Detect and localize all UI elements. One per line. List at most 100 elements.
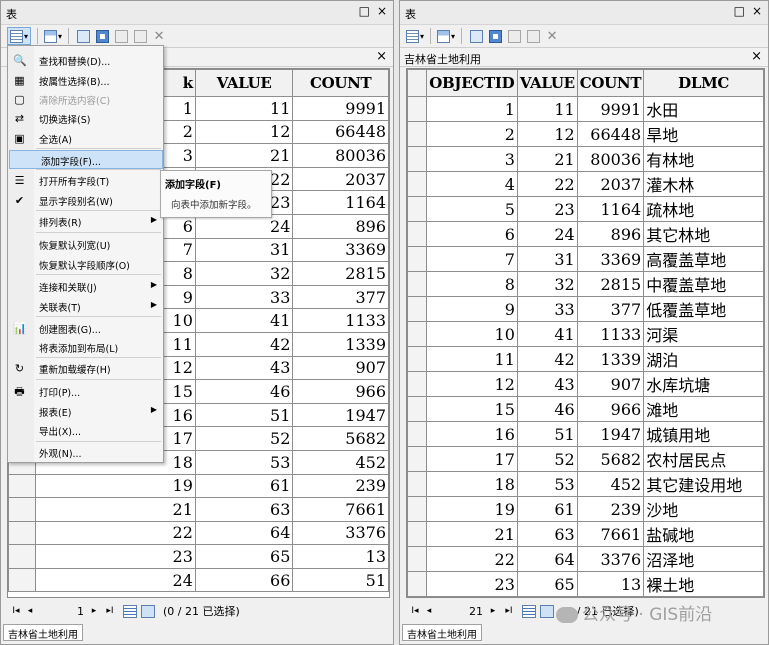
menu-item-print[interactable]: 🖶 打印(P)... bbox=[8, 382, 163, 401]
table-row[interactable]: 21 63 7661 bbox=[8, 497, 389, 522]
clear-selection-button[interactable] bbox=[113, 27, 129, 45]
right-row-selector-header[interactable] bbox=[407, 69, 427, 97]
table-options-button[interactable]: ▾ bbox=[7, 27, 32, 45]
table-row[interactable]: 9 33 377 低覆盖草地 bbox=[407, 296, 764, 322]
row-selector[interactable] bbox=[407, 521, 427, 547]
last-record-button[interactable]: ▸I bbox=[101, 606, 119, 616]
show-all-records-icon[interactable] bbox=[522, 604, 536, 618]
row-selector[interactable] bbox=[8, 520, 36, 546]
switch-selection-button[interactable] bbox=[94, 27, 110, 45]
show-selected-records-icon[interactable] bbox=[141, 604, 155, 618]
right-value-header[interactable]: VALUE bbox=[516, 69, 578, 97]
next-record-button[interactable]: ▸ bbox=[486, 606, 500, 616]
left-tab-close-icon[interactable]: × bbox=[376, 49, 387, 64]
show-selected-records-icon[interactable] bbox=[540, 604, 554, 618]
zoom-selected-button[interactable] bbox=[525, 27, 541, 45]
table-row[interactable]: 15 46 966 滩地 bbox=[407, 396, 764, 422]
menu-item-switch-selection[interactable]: ⇄ 切换选择(S) bbox=[8, 109, 163, 128]
menu-item-select-by-attributes[interactable]: ▦ 按属性选择(B)... bbox=[8, 71, 163, 90]
table-row[interactable]: 23 65 13 bbox=[8, 544, 389, 569]
row-selector[interactable] bbox=[407, 121, 427, 147]
clear-selection-button[interactable] bbox=[506, 27, 522, 45]
row-selector[interactable] bbox=[407, 421, 427, 447]
row-selector[interactable] bbox=[407, 371, 427, 397]
table-row[interactable]: 4 22 2037 灌木林 bbox=[407, 171, 764, 197]
delete-selected-icon[interactable]: ✕ bbox=[544, 27, 560, 45]
left-value-header[interactable]: VALUE bbox=[194, 69, 294, 97]
select-by-attributes-button[interactable] bbox=[468, 27, 484, 45]
row-selector[interactable] bbox=[407, 446, 427, 472]
row-selector[interactable] bbox=[407, 96, 427, 122]
row-selector[interactable] bbox=[407, 321, 427, 347]
table-options-button[interactable]: ▾ bbox=[406, 27, 424, 45]
first-record-button[interactable]: I◂ bbox=[408, 606, 422, 616]
table-row[interactable]: 1 11 9991 水田 bbox=[407, 96, 764, 122]
row-selector[interactable] bbox=[407, 221, 427, 247]
table-row[interactable]: 6 24 896 其它林地 bbox=[407, 221, 764, 247]
row-selector[interactable] bbox=[407, 471, 427, 497]
table-row[interactable]: 3 21 80036 有林地 bbox=[407, 146, 764, 172]
menu-item-select-all[interactable]: ▣ 全选(A) bbox=[8, 129, 163, 148]
table-row[interactable]: 22 64 3376 沼泽地 bbox=[407, 546, 764, 572]
current-record-field[interactable]: 21 bbox=[436, 605, 486, 618]
right-table-tab[interactable]: 吉林省土地利用 × bbox=[400, 47, 768, 67]
switch-selection-button[interactable] bbox=[487, 27, 503, 45]
left-restore-button[interactable]: □ bbox=[359, 4, 370, 18]
row-selector[interactable] bbox=[8, 544, 36, 569]
delete-selected-icon[interactable]: ✕ bbox=[151, 27, 167, 45]
left-bottom-tab[interactable]: 吉林省土地利用 bbox=[3, 624, 83, 641]
menu-item-appearance[interactable]: 外观(N)... bbox=[8, 443, 163, 462]
menu-item-create-graph[interactable]: 📊 创建图表(G)... bbox=[8, 319, 163, 338]
row-selector[interactable] bbox=[407, 271, 427, 297]
menu-item-export[interactable]: 导出(X)... bbox=[8, 421, 163, 440]
right-tab-close-icon[interactable]: × bbox=[751, 49, 762, 64]
zoom-selected-button[interactable] bbox=[132, 27, 148, 45]
related-tables-button[interactable]: ▾ bbox=[437, 27, 455, 45]
row-selector[interactable] bbox=[407, 171, 427, 197]
left-close-button[interactable]: × bbox=[377, 4, 387, 18]
right-count-header[interactable]: COUNT bbox=[576, 69, 645, 97]
row-selector[interactable] bbox=[8, 473, 36, 499]
table-row[interactable]: 5 23 1164 疏林地 bbox=[407, 196, 764, 222]
table-row[interactable]: 7 31 3369 高覆盖草地 bbox=[407, 246, 764, 272]
table-row[interactable]: 10 41 1133 河渠 bbox=[407, 321, 764, 347]
table-row[interactable]: 22 64 3376 bbox=[8, 520, 389, 546]
table-row[interactable]: 18 53 452 其它建设用地 bbox=[407, 471, 764, 497]
right-restore-button[interactable]: □ bbox=[734, 4, 745, 18]
menu-item-add-table-to-layout[interactable]: 将表添加到布局(L) bbox=[8, 338, 163, 357]
menu-item-reports[interactable]: 报表(E) ▶ bbox=[8, 402, 163, 421]
table-row[interactable]: ▸246651裸岩石质地 bbox=[407, 596, 764, 597]
menu-item-arrange-tables[interactable]: 排列表(R) ▶ bbox=[8, 212, 163, 231]
row-selector[interactable] bbox=[8, 497, 36, 522]
menu-item-add-field[interactable]: 添加字段(F)... bbox=[9, 150, 163, 169]
row-selector[interactable] bbox=[407, 246, 427, 272]
last-record-button[interactable]: ▸I bbox=[500, 606, 518, 616]
row-selector[interactable] bbox=[407, 346, 427, 372]
row-selector[interactable] bbox=[407, 146, 427, 172]
left-count-header[interactable]: COUNT bbox=[292, 69, 389, 97]
show-all-records-icon[interactable] bbox=[123, 604, 137, 618]
prev-record-button[interactable]: ◂ bbox=[422, 606, 436, 616]
menu-item-joins-relates[interactable]: 连接和关联(J) ▶ bbox=[8, 277, 163, 296]
right-close-button[interactable]: × bbox=[752, 4, 762, 18]
menu-item-related-tables[interactable]: 关联表(T) ▶ bbox=[8, 297, 163, 316]
table-row[interactable]: 24 66 51 bbox=[8, 567, 389, 593]
related-tables-button[interactable]: ▾ bbox=[44, 27, 62, 45]
prev-record-button[interactable]: ◂ bbox=[23, 606, 37, 616]
table-row[interactable]: 23 65 13 裸土地 bbox=[407, 571, 764, 597]
right-bottom-tab[interactable]: 吉林省土地利用 bbox=[402, 624, 482, 641]
table-row[interactable]: 17 52 5682 农村居民点 bbox=[407, 446, 764, 472]
table-row[interactable]: 11 42 1339 湖泊 bbox=[407, 346, 764, 372]
menu-item-show-field-aliases[interactable]: ✔ 显示字段别名(W) bbox=[8, 191, 163, 210]
table-row[interactable]: 21 63 7661 盐碱地 bbox=[407, 521, 764, 547]
menu-item-reload-cache[interactable]: ↻ 重新加载缓存(H) bbox=[8, 359, 163, 378]
table-row[interactable]: 16 51 1947 城镇用地 bbox=[407, 421, 764, 447]
row-selector[interactable] bbox=[407, 396, 427, 422]
first-record-button[interactable]: I◂ bbox=[9, 606, 23, 616]
row-selector[interactable] bbox=[407, 546, 427, 572]
row-selector[interactable] bbox=[8, 567, 36, 593]
table-row[interactable]: 2 12 66448 旱地 bbox=[407, 121, 764, 147]
menu-item-restore-field-order[interactable]: 恢复默认字段顺序(O) bbox=[8, 255, 163, 274]
right-objectid-header[interactable]: OBJECTID bbox=[425, 69, 518, 97]
table-row[interactable]: 19 61 239 bbox=[8, 473, 389, 499]
